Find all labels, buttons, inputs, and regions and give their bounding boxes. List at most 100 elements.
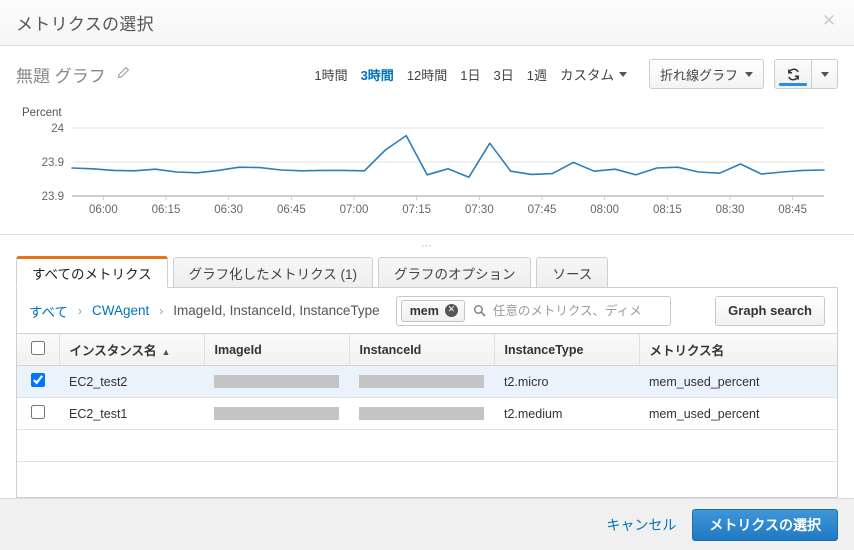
redacted-value xyxy=(214,375,339,388)
cell-metric-name: mem_used_percent xyxy=(639,397,837,430)
svg-text:06:15: 06:15 xyxy=(152,204,181,216)
chart-svg: Percent 2423.923.9 06:00 06:15 06:30 06:45 0… xyxy=(22,107,825,216)
close-circle-icon[interactable]: ✕ xyxy=(444,304,458,317)
row-checkbox[interactable] xyxy=(31,405,45,419)
chevron-down-icon xyxy=(618,71,627,77)
svg-text:08:45: 08:45 xyxy=(778,204,807,216)
svg-text:07:30: 07:30 xyxy=(465,204,494,216)
column-image-id-label: ImageId xyxy=(214,342,262,357)
column-metric-name-label: メトリクス名 xyxy=(649,344,725,358)
chevron-down-icon xyxy=(745,71,753,77)
refresh-group xyxy=(774,59,838,89)
search-filter-chip-label: mem xyxy=(409,303,439,318)
pencil-icon[interactable] xyxy=(116,66,130,83)
cancel-button[interactable]: キャンセル xyxy=(606,515,676,535)
metrics-table: インスタンス名 ▲ ImageId InstanceId InstanceType… xyxy=(17,333,837,462)
select-metric-dialog: メトリクスの選択 ✕ 無題 グラフ 1時間 3時間 12時間 1日 3日 1週 … xyxy=(0,0,854,550)
breadcrumb-bar: すべて › CWAgent › ImageId, InstanceId, Ins… xyxy=(17,288,837,333)
drag-handle[interactable]: ⋯ xyxy=(421,239,433,252)
select-all-checkbox[interactable] xyxy=(30,341,45,355)
time-range-group: 1時間 3時間 12時間 1日 3日 1週 カスタム xyxy=(314,64,627,84)
cell-image-id xyxy=(204,365,349,398)
svg-text:24: 24 xyxy=(51,123,64,135)
select-metric-button-label: メトリクスの選択 xyxy=(709,516,821,533)
range-1w[interactable]: 1週 xyxy=(527,65,547,84)
column-instance-id[interactable]: InstanceId xyxy=(349,333,495,366)
breadcrumb-dimensions: ImageId, InstanceId, InstanceType xyxy=(173,303,380,318)
table-empty-cell xyxy=(17,429,837,462)
table-row[interactable]: EC2_test1 t2.medium mem_used_percent xyxy=(17,397,837,430)
cell-image-id xyxy=(204,397,349,430)
svg-text:07:15: 07:15 xyxy=(402,204,431,216)
redacted-value xyxy=(359,407,484,420)
range-1d[interactable]: 1日 xyxy=(460,65,480,84)
cell-instance-id xyxy=(349,397,494,430)
svg-text:06:45: 06:45 xyxy=(277,204,306,216)
table-empty-row xyxy=(17,429,837,462)
svg-text:08:00: 08:00 xyxy=(590,204,619,216)
tab-graph-options-label: グラフのオプション xyxy=(393,266,516,282)
svg-text:23.9: 23.9 xyxy=(42,191,64,203)
cell-metric-name: mem_used_percent xyxy=(639,365,837,398)
svg-text:07:45: 07:45 xyxy=(528,204,557,216)
breadcrumb-separator-icon: › xyxy=(78,303,83,318)
dialog-titlebar: メトリクスの選択 ✕ xyxy=(0,0,854,46)
graph-title: 無題 グラフ xyxy=(16,66,106,86)
select-all-header xyxy=(17,333,60,366)
chart-ylabel: Percent xyxy=(22,107,62,119)
range-3d[interactable]: 3日 xyxy=(494,65,514,84)
tab-graphed-metrics[interactable]: グラフ化したメトリクス (1) xyxy=(172,257,373,288)
tab-bar: すべてのメトリクス グラフ化したメトリクス (1) グラフのオプション ソース xyxy=(0,256,854,288)
column-instance-id-label: InstanceId xyxy=(359,342,422,357)
svg-text:23.9: 23.9 xyxy=(42,157,64,169)
select-metric-button[interactable]: メトリクスの選択 xyxy=(692,508,838,541)
svg-text:07:00: 07:00 xyxy=(340,204,369,216)
svg-text:06:30: 06:30 xyxy=(214,204,243,216)
svg-text:06:00: 06:00 xyxy=(89,204,118,216)
tab-graph-options[interactable]: グラフのオプション xyxy=(377,257,532,288)
tab-all-metrics[interactable]: すべてのメトリクス xyxy=(16,256,168,288)
graph-search-button[interactable]: Graph search xyxy=(715,295,825,326)
range-3h[interactable]: 3時間 xyxy=(361,65,394,84)
chart-y-ticks: 24 23.9 23.9 xyxy=(42,123,65,203)
graph-search-button-label: Graph search xyxy=(728,303,812,318)
tab-source[interactable]: ソース xyxy=(536,257,609,288)
refresh-button[interactable] xyxy=(774,59,812,89)
range-custom[interactable]: カスタム xyxy=(560,64,627,84)
metric-search-box[interactable]: mem ✕ xyxy=(395,295,671,326)
column-instance-name-label: インスタンス名 xyxy=(69,344,157,358)
svg-text:08:30: 08:30 xyxy=(716,204,745,216)
chart-x-ticks: 06:00 06:15 06:30 06:45 07:00 07:15 07:30 07:45… xyxy=(89,196,807,216)
cell-instance-id xyxy=(349,365,494,398)
cell-instance-type: t2.micro xyxy=(494,365,639,398)
graph-type-select[interactable]: 折れ線グラフ xyxy=(648,59,764,89)
chart-series-line xyxy=(71,134,825,178)
metric-chart: Percent 24 23.9 23.9 06:00 06:15 06:30 06:45 0… xyxy=(0,102,854,234)
row-checkbox[interactable] xyxy=(31,373,45,387)
search-filter-chip: mem ✕ xyxy=(400,299,465,322)
column-instance-type[interactable]: InstanceType xyxy=(494,333,640,366)
cell-instance-name: EC2_test1 xyxy=(59,397,204,430)
column-image-id[interactable]: ImageId xyxy=(204,333,350,366)
search-input[interactable] xyxy=(490,302,666,319)
refresh-options-button[interactable] xyxy=(812,59,838,89)
breadcrumb-namespace[interactable]: CWAgent xyxy=(92,303,149,318)
table-header-row: インスタンス名 ▲ ImageId InstanceId InstanceType… xyxy=(17,333,837,366)
column-metric-name[interactable]: メトリクス名 xyxy=(639,333,837,366)
row-select-cell xyxy=(17,397,59,430)
breadcrumb-all[interactable]: すべて xyxy=(29,301,68,321)
graph-header: 無題 グラフ 1時間 3時間 12時間 1日 3日 1週 カスタム 折れ線グラフ xyxy=(0,46,854,102)
tab-all-metrics-label: すべてのメトリクス xyxy=(32,267,152,282)
dialog-title: メトリクスの選択 xyxy=(16,15,154,34)
range-12h[interactable]: 12時間 xyxy=(407,65,447,84)
range-1h[interactable]: 1時間 xyxy=(314,65,347,84)
tab-source-label: ソース xyxy=(552,266,593,282)
close-icon[interactable]: ✕ xyxy=(818,10,840,32)
sort-asc-icon: ▲ xyxy=(161,347,171,357)
all-metrics-panel: すべて › CWAgent › ImageId, InstanceId, Ins… xyxy=(16,288,838,498)
tab-graphed-metrics-label: グラフ化したメトリクス (1) xyxy=(188,266,357,282)
column-instance-name[interactable]: インスタンス名 ▲ xyxy=(59,333,205,366)
table-row[interactable]: EC2_test2 t2.micro mem_used_percent xyxy=(17,365,837,398)
redacted-value xyxy=(359,375,484,388)
cell-instance-name: EC2_test2 xyxy=(59,365,204,398)
